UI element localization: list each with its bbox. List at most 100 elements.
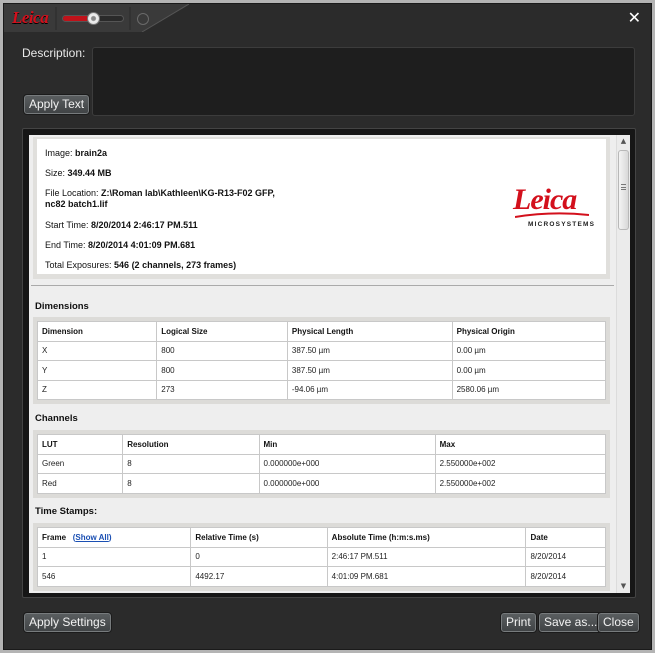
table-cell: 2580.06 µm bbox=[451, 379, 607, 400]
info-end-time-label: End Time: bbox=[45, 240, 89, 250]
time-stamps-table: Frame (Show All) Relative Time (s) Absol… bbox=[36, 527, 606, 587]
dimensions-title: Dimensions bbox=[35, 301, 89, 312]
table-cell: Green bbox=[36, 453, 124, 474]
table-row: Z 273 -94.06 µm 2580.06 µm bbox=[36, 379, 607, 400]
close-button[interactable]: Close bbox=[597, 612, 640, 633]
column-header: Physical Origin bbox=[451, 321, 607, 342]
table-cell: 2.550000e+002 bbox=[434, 453, 607, 474]
table-header-row: LUT Resolution Min Max bbox=[36, 434, 607, 455]
column-header: Date bbox=[525, 527, 606, 548]
info-image-label: Image: bbox=[45, 148, 76, 158]
table-cell: 8/20/2014 bbox=[525, 546, 606, 567]
info-size: Size: 349.44 MB bbox=[45, 168, 112, 179]
report-panel: Image: brain2a Size: 349.44 MB File Loca… bbox=[22, 128, 636, 598]
info-start-time: Start Time: 8/20/2014 2:46:17 PM.511 bbox=[45, 220, 198, 231]
table-row: 546 4492.17 4:01:09 PM.681 8/20/2014 bbox=[36, 566, 606, 587]
info-total-exposures-value: 546 (2 channels, 273 frames) bbox=[114, 260, 237, 270]
table-row: Red 8 0.000000e+000 2.550000e+002 bbox=[36, 473, 607, 494]
table-cell: X bbox=[36, 340, 158, 361]
column-header: Physical Length bbox=[286, 321, 453, 342]
table-row: Green 8 0.000000e+000 2.550000e+002 bbox=[36, 453, 607, 474]
column-header: Relative Time (s) bbox=[190, 527, 328, 548]
table-cell: 546 bbox=[36, 566, 192, 587]
table-cell: Y bbox=[36, 360, 158, 381]
zoom-slider-thumb[interactable] bbox=[87, 12, 100, 25]
vertical-scrollbar[interactable]: ▲ ▼ bbox=[616, 135, 630, 593]
scrollbar-thumb[interactable] bbox=[618, 150, 629, 230]
section-divider bbox=[31, 285, 614, 286]
table-cell: 2:46:17 PM.511 bbox=[326, 546, 527, 567]
info-file-location: File Location: Z:\Roman lab\Kathleen\KG-… bbox=[45, 188, 275, 210]
column-header: LUT bbox=[36, 434, 124, 455]
info-end-time-value: 8/20/2014 4:01:09 PM.681 bbox=[88, 240, 196, 250]
table-row: Y 800 387.50 µm 0.00 µm bbox=[36, 360, 607, 381]
channels-title: Channels bbox=[35, 413, 78, 424]
table-cell: 4492.17 bbox=[190, 566, 328, 587]
column-header: Dimension bbox=[36, 321, 158, 342]
time-stamps-title: Time Stamps: bbox=[35, 506, 98, 517]
info-start-time-value: 8/20/2014 2:46:17 PM.511 bbox=[91, 220, 198, 230]
table-cell: 1 bbox=[36, 546, 192, 567]
scroll-down-icon[interactable]: ▼ bbox=[617, 580, 630, 593]
info-image: Image: brain2a bbox=[45, 148, 107, 159]
dimensions-table-wrap: Dimension Logical Size Physical Length P… bbox=[33, 317, 610, 404]
table-cell: 8 bbox=[122, 453, 260, 474]
table-header-row: Frame (Show All) Relative Time (s) Absol… bbox=[36, 527, 606, 548]
table-cell: 387.50 µm bbox=[286, 340, 453, 361]
table-cell: 2.550000e+002 bbox=[434, 473, 607, 494]
info-file-location-value-2: nc82 batch1.lif bbox=[45, 199, 108, 209]
table-cell: 0.000000e+000 bbox=[258, 453, 436, 474]
table-row: X 800 387.50 µm 0.00 µm bbox=[36, 340, 607, 361]
print-button[interactable]: Print bbox=[500, 612, 537, 633]
apply-settings-button[interactable]: Apply Settings bbox=[23, 612, 112, 633]
table-cell: 0.000000e+000 bbox=[258, 473, 436, 494]
table-cell: 8 bbox=[122, 473, 260, 494]
table-cell: 800 bbox=[156, 360, 288, 381]
leica-logo: Leica bbox=[12, 8, 49, 27]
logo-subtitle: MICROSYSTEMS bbox=[528, 221, 596, 228]
info-card-body: Image: brain2a Size: 349.44 MB File Loca… bbox=[37, 139, 606, 274]
zoom-slider[interactable] bbox=[62, 12, 124, 25]
table-cell: 8/20/2014 bbox=[525, 566, 606, 587]
table-cell: 0.00 µm bbox=[451, 360, 607, 381]
column-header-frame: Frame (Show All) bbox=[36, 527, 192, 548]
table-cell: 387.50 µm bbox=[286, 360, 453, 381]
scroll-up-icon[interactable]: ▲ bbox=[617, 135, 630, 148]
table-cell: 0 bbox=[190, 546, 328, 567]
table-cell: 800 bbox=[156, 340, 288, 361]
paren-close: ) bbox=[108, 532, 112, 542]
description-input[interactable] bbox=[92, 47, 635, 116]
column-header: Logical Size bbox=[156, 321, 288, 342]
column-header: Max bbox=[434, 434, 607, 455]
info-card: Image: brain2a Size: 349.44 MB File Loca… bbox=[33, 137, 610, 279]
status-circle-icon[interactable] bbox=[137, 13, 149, 25]
grip-icon bbox=[621, 184, 626, 190]
info-total-exposures-label: Total Exposures: bbox=[45, 260, 115, 270]
table-cell: Red bbox=[36, 473, 124, 494]
frame-header-label: Frame bbox=[42, 532, 67, 542]
info-size-label: Size: bbox=[45, 168, 68, 178]
channels-table-wrap: LUT Resolution Min Max Green 8 0.000000e… bbox=[33, 430, 610, 498]
table-cell: Z bbox=[36, 379, 158, 400]
time-stamps-table-wrap: Frame (Show All) Relative Time (s) Absol… bbox=[33, 523, 610, 591]
table-cell: 0.00 µm bbox=[451, 340, 607, 361]
info-image-value: brain2a bbox=[75, 148, 108, 158]
info-end-time: End Time: 8/20/2014 4:01:09 PM.681 bbox=[45, 240, 195, 251]
report-viewport: Image: brain2a Size: 349.44 MB File Loca… bbox=[29, 135, 630, 593]
show-all-link[interactable]: Show All bbox=[75, 533, 108, 542]
info-start-time-label: Start Time: bbox=[45, 220, 92, 230]
column-header: Min bbox=[258, 434, 436, 455]
save-as-button[interactable]: Save as... bbox=[538, 612, 604, 633]
info-file-location-value-1: Z:\Roman lab\Kathleen\KG-R13-F02 GFP, bbox=[101, 188, 275, 198]
info-size-value: 349.44 MB bbox=[67, 168, 112, 178]
close-icon[interactable]: ✕ bbox=[628, 10, 641, 26]
table-cell: 4:01:09 PM.681 bbox=[326, 566, 527, 587]
dimensions-table: Dimension Logical Size Physical Length P… bbox=[36, 321, 607, 400]
apply-text-button[interactable]: Apply Text bbox=[23, 94, 91, 115]
table-cell: 273 bbox=[156, 379, 288, 400]
channels-table: LUT Resolution Min Max Green 8 0.000000e… bbox=[36, 434, 607, 494]
table-row: 1 0 2:46:17 PM.511 8/20/2014 bbox=[36, 546, 606, 567]
table-header-row: Dimension Logical Size Physical Length P… bbox=[36, 321, 607, 342]
title-bar: Leica ✕ bbox=[4, 4, 651, 32]
table-cell: -94.06 µm bbox=[286, 379, 453, 400]
